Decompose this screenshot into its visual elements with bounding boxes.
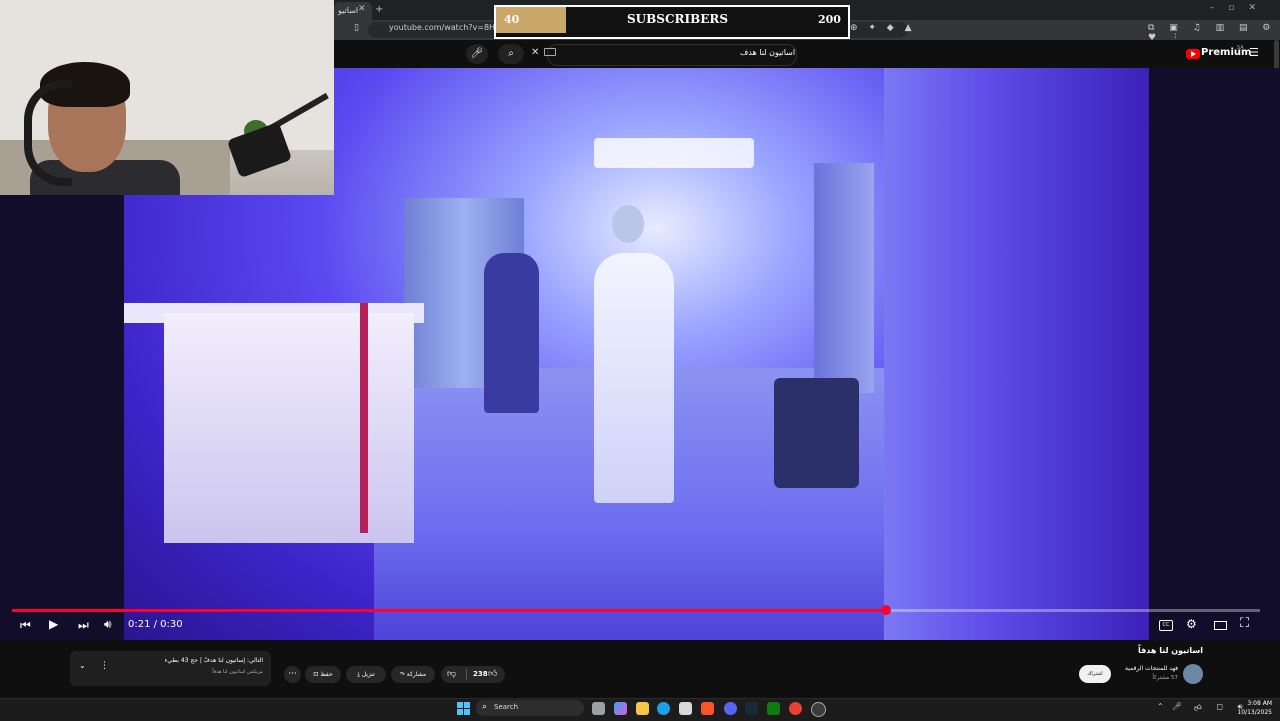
settings-gear-icon[interactable]: ⚙: [1186, 617, 1197, 631]
window-controls[interactable]: –▫✕: [1210, 3, 1270, 13]
channel-avatar[interactable]: [1183, 664, 1203, 684]
share-button[interactable]: مشاركة ↷: [391, 666, 435, 683]
steam-icon[interactable]: [745, 702, 758, 715]
video-scene-curtain: [814, 163, 874, 393]
tray-chevron-icon[interactable]: ⌃: [1157, 702, 1164, 711]
like-count: 238: [473, 670, 488, 678]
subscriber-current: 40: [504, 13, 520, 26]
task-view-icon[interactable]: [592, 702, 605, 715]
video-scene-doctor-head: [612, 205, 644, 243]
windows-start-icon[interactable]: [457, 702, 470, 715]
tab-title: اساتيو: [338, 6, 359, 15]
dislike-icon[interactable]: 👎︎: [447, 666, 456, 683]
xbox-icon[interactable]: [767, 702, 780, 715]
video-scene-wall: [884, 68, 1149, 640]
search-icon[interactable]: ⌕: [498, 44, 524, 64]
play-icon[interactable]: ▶: [49, 617, 58, 631]
save-label: حفظ: [320, 671, 333, 678]
like-divider: [466, 669, 467, 680]
video-scene-tinsel: [360, 303, 368, 533]
new-tab-icon[interactable]: +: [375, 4, 383, 15]
save-button[interactable]: حفظ ⊡: [305, 666, 341, 683]
progress-scrubber[interactable]: [880, 605, 891, 615]
youtube-logo-icon[interactable]: [1186, 49, 1200, 59]
next-icon[interactable]: ⏭︎: [78, 618, 89, 633]
subtitles-icon[interactable]: CC: [1159, 620, 1173, 631]
input-language[interactable]: ع: [1194, 704, 1198, 711]
clock-time[interactable]: 3:08 AM: [1240, 700, 1272, 707]
voice-search-icon[interactable]: 🎤︎: [466, 44, 488, 64]
clock-date[interactable]: 10/13/2025: [1236, 709, 1272, 716]
discord-icon[interactable]: [724, 702, 737, 715]
up-next-subtitle: مزيكس اساتيون لنا هدفاً: [212, 669, 263, 675]
menu-icon[interactable]: ☰: [1249, 46, 1259, 59]
video-scene-person: [484, 253, 539, 413]
video-scene-stretcher: [774, 378, 859, 488]
more-actions-button[interactable]: ···: [284, 666, 301, 683]
search-query[interactable]: اساتيون لنا هدف: [740, 48, 795, 57]
webcam-overlay: [0, 0, 334, 195]
logo-region: SA: [1237, 45, 1244, 51]
extension-icons[interactable]: ⊕ ✦ ◆ ▲: [850, 23, 916, 33]
video-title: اساتيون لنا هدفاً: [1138, 646, 1203, 655]
chrome-icon[interactable]: [789, 702, 802, 715]
up-next-menu-icon[interactable]: ⋮: [100, 661, 109, 671]
previous-icon[interactable]: ⏮︎: [20, 618, 31, 633]
copilot-icon[interactable]: [614, 702, 627, 715]
keyboard-icon[interactable]: [544, 48, 556, 56]
subscriber-label: SUBSCRIBERS: [627, 12, 729, 26]
video-scene-doctor: [594, 253, 674, 503]
progress-played: [12, 609, 886, 612]
taskbar-search-placeholder[interactable]: Search: [494, 703, 518, 711]
chevron-down-icon[interactable]: ⌄: [79, 661, 86, 670]
headset-icon: [24, 80, 72, 186]
channel-name[interactable]: فهد للمنتجات الرقمية: [1060, 665, 1178, 672]
tab-close-icon[interactable]: ✕: [358, 4, 366, 14]
time-display: 0:21 / 0:30: [128, 619, 183, 630]
search-icon[interactable]: ⌕: [482, 702, 487, 712]
video-scene-light: [594, 138, 754, 168]
download-button[interactable]: تنزيل ⤓: [346, 666, 386, 683]
browser-tab[interactable]: اساتيو: [334, 2, 372, 20]
obs-icon[interactable]: [811, 702, 826, 717]
download-label: تنزيل: [361, 671, 375, 678]
like-icon[interactable]: 👍︎: [488, 666, 497, 683]
video-scene-desk: [164, 313, 414, 543]
store-icon[interactable]: [679, 702, 692, 715]
search-clear-icon[interactable]: ✕: [531, 47, 539, 58]
up-next-title[interactable]: التالي: إساتيون لنا هدفٌ | حج 43 بطيء: [110, 657, 263, 664]
theater-mode-icon[interactable]: [1214, 621, 1227, 630]
taskbar-search[interactable]: [476, 700, 584, 716]
edge-icon[interactable]: [657, 702, 670, 715]
volume-icon[interactable]: 🔊︎: [104, 617, 112, 632]
channel-subscriber-count: 57 مشتركاً: [1152, 675, 1178, 681]
subscribe-button[interactable]: اشتراك: [1079, 665, 1111, 683]
brave-icon[interactable]: [701, 702, 714, 715]
bookmark-icon[interactable]: ▯: [354, 23, 359, 33]
share-label: مشاركة: [406, 671, 427, 678]
subscriber-target: 200: [818, 13, 841, 26]
file-explorer-icon[interactable]: [636, 702, 649, 715]
fullscreen-icon[interactable]: ⛶: [1240, 616, 1249, 631]
